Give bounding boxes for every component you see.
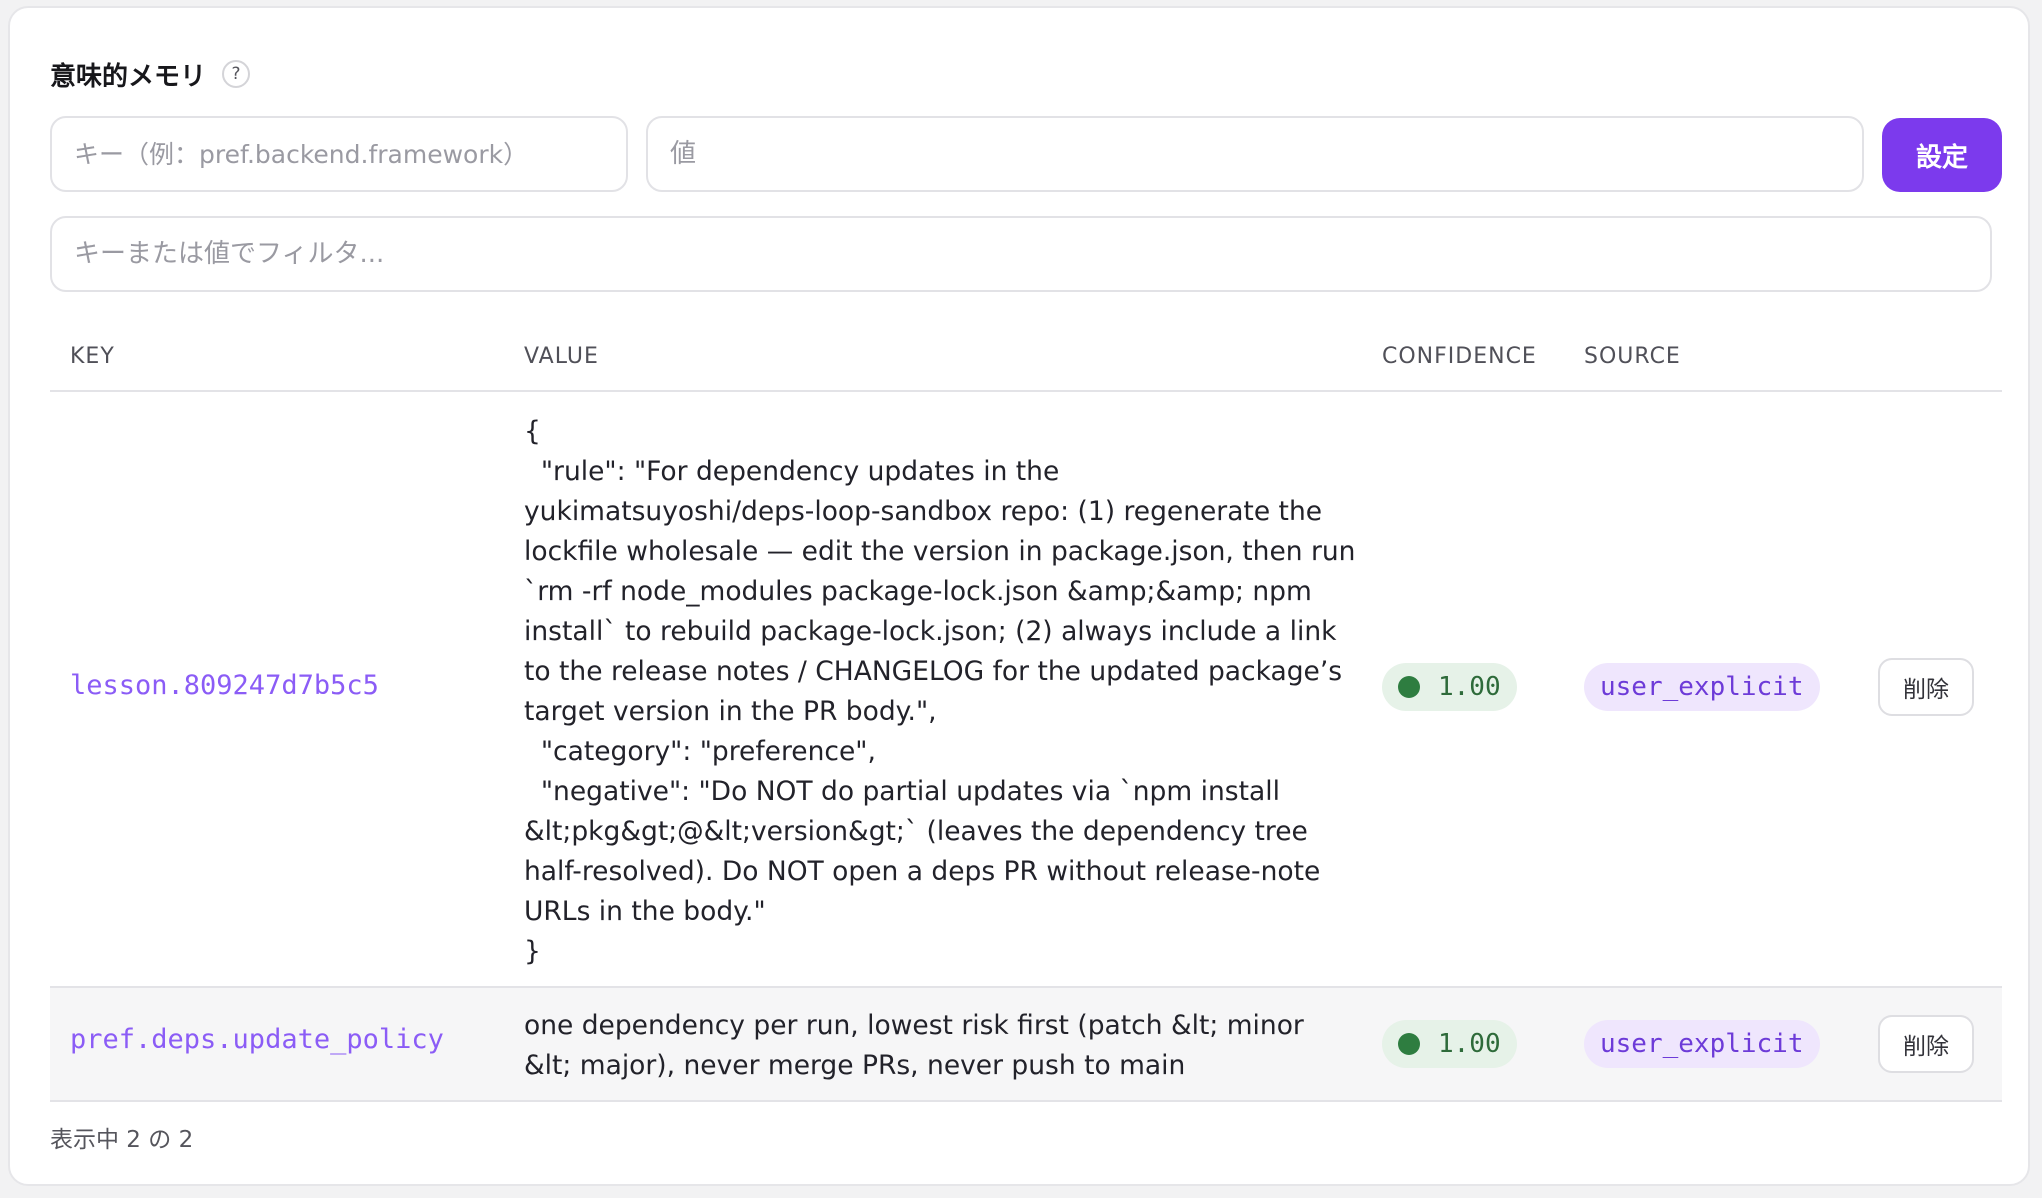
status-dot-icon	[1398, 676, 1420, 698]
panel-title: 意味的メモリ	[50, 61, 207, 92]
table-row: pref.deps.update_policy one dependency p…	[50, 988, 2002, 1102]
semantic-memory-panel: 意味的メモリ ? 設定 KEY VALUE CONFIDENCE SOURCE …	[8, 6, 2030, 1186]
source-badge: user_explicit	[1584, 1020, 1820, 1068]
set-button[interactable]: 設定	[1882, 118, 2002, 192]
column-header-value: VALUE	[524, 344, 599, 369]
column-header-source: SOURCE	[1584, 344, 1681, 369]
column-header-key: KEY	[70, 344, 115, 369]
status-dot-icon	[1398, 1033, 1420, 1055]
memory-key[interactable]: pref.deps.update_policy	[70, 1024, 444, 1055]
result-count: 表示中 2 の 2	[50, 1127, 194, 1153]
value-input[interactable]	[646, 116, 1864, 192]
source-badge: user_explicit	[1584, 663, 1820, 711]
confidence-value: 1.00	[1438, 1029, 1501, 1059]
memory-value: one dependency per run, lowest risk firs…	[524, 1010, 1313, 1081]
confidence-badge: 1.00	[1382, 1020, 1517, 1068]
table-header: KEY VALUE CONFIDENCE SOURCE	[50, 324, 2002, 392]
key-input[interactable]	[50, 116, 628, 192]
memory-value: { "rule": "For dependency updates in the…	[524, 416, 1356, 967]
help-icon[interactable]: ?	[222, 60, 251, 88]
confidence-value: 1.00	[1438, 672, 1501, 702]
delete-button[interactable]: 削除	[1878, 658, 1974, 716]
memory-key[interactable]: lesson.809247d7b5c5	[70, 670, 379, 701]
column-header-confidence: CONFIDENCE	[1382, 344, 1537, 369]
delete-button[interactable]: 削除	[1878, 1015, 1974, 1073]
panel-header: 意味的メモリ ?	[50, 52, 251, 96]
confidence-badge: 1.00	[1382, 663, 1517, 711]
table-row: lesson.809247d7b5c5 { "rule": "For depen…	[50, 392, 2002, 988]
memory-table: KEY VALUE CONFIDENCE SOURCE lesson.80924…	[50, 324, 2002, 1102]
filter-input[interactable]	[50, 216, 1992, 292]
